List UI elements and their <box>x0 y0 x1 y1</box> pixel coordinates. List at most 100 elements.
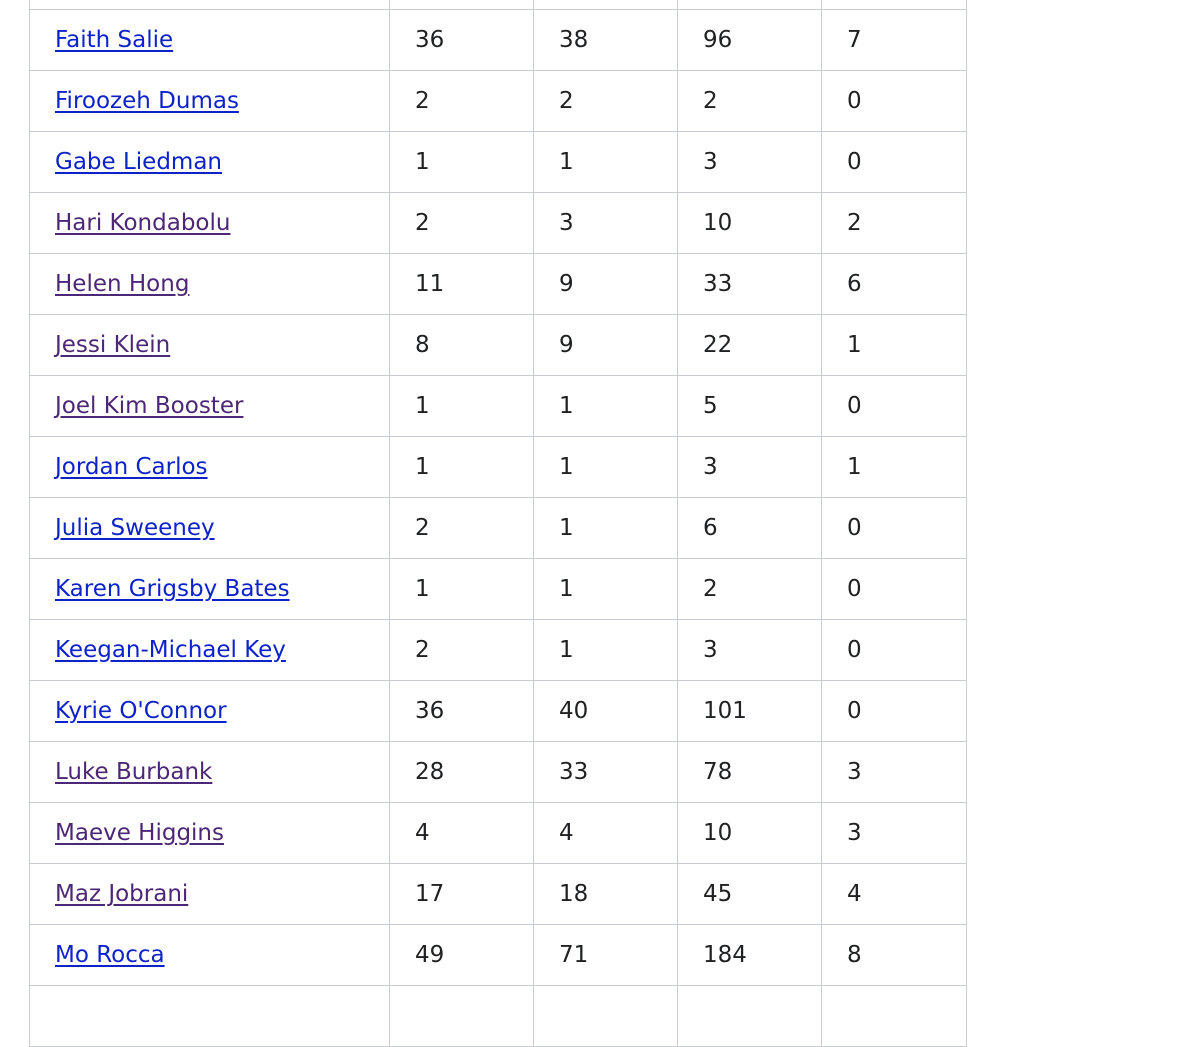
table-row: Keegan-Michael Key 2 1 3 0 <box>29 619 967 681</box>
stat-cell: 3 <box>821 802 967 864</box>
stat-cell: 2 <box>677 558 822 620</box>
panelist-name-link[interactable]: Maeve Higgins <box>55 820 224 846</box>
table-body: Faith Salie 36 38 96 7 Firoozeh Dumas 2 2 2 0 Gabe… <box>29 0 967 1047</box>
table-row: Firoozeh Dumas 2 2 2 0 <box>29 70 967 132</box>
panelist-stats-table: Faith Salie 36 38 96 7 Firoozeh Dumas 2 2 2 0 Gabe… <box>29 0 967 1047</box>
table-row: Luke Burbank 28 33 78 3 <box>29 741 967 803</box>
panelist-name-link[interactable]: Faith Salie <box>55 27 173 53</box>
table-row: Joel Kim Booster 1 1 5 0 <box>29 375 967 437</box>
stat-cell: 1 <box>389 436 534 498</box>
stat-cell: 40 <box>533 680 678 742</box>
panelist-name-link[interactable]: Julia Sweeney <box>55 515 215 541</box>
stat-cell: 2 <box>389 70 534 132</box>
stat-cell: 6 <box>677 497 822 559</box>
stat-cell: 1 <box>389 375 534 437</box>
panelist-name-link[interactable]: Jessi Klein <box>55 332 170 358</box>
stat-cell: 33 <box>677 253 822 315</box>
stat-cell: 11 <box>389 253 534 315</box>
stat-cell: 1 <box>533 497 678 559</box>
stat-cell: 101 <box>677 680 822 742</box>
stat-cell <box>677 0 822 10</box>
panelist-name-cell: Julia Sweeney <box>29 497 390 559</box>
table-row: Karen Grigsby Bates 1 1 2 0 <box>29 558 967 620</box>
stat-cell: 0 <box>821 680 967 742</box>
panelist-name-cell: Luke Burbank <box>29 741 390 803</box>
table-row: Hari Kondabolu 2 3 10 2 <box>29 192 967 254</box>
stat-cell <box>389 0 534 10</box>
stat-cell: 22 <box>677 314 822 376</box>
stat-cell: 2 <box>389 497 534 559</box>
table-row: Mo Rocca 49 71 184 8 <box>29 924 967 986</box>
panelist-name-cell: Joel Kim Booster <box>29 375 390 437</box>
stat-cell: 1 <box>533 436 678 498</box>
stat-cell: 3 <box>533 192 678 254</box>
table-row <box>29 0 967 10</box>
panelist-name-link[interactable]: Jordan Carlos <box>55 454 208 480</box>
stat-cell: 8 <box>821 924 967 986</box>
stat-cell: 0 <box>821 558 967 620</box>
stat-cell: 1 <box>533 131 678 193</box>
panelist-name-link[interactable]: Kyrie O'Connor <box>55 698 227 724</box>
panelist-name-link[interactable]: Firoozeh Dumas <box>55 88 239 114</box>
panelist-name-cell: Jessi Klein <box>29 314 390 376</box>
stat-cell: 5 <box>677 375 822 437</box>
panelist-name-link[interactable]: Keegan-Michael Key <box>55 637 286 663</box>
panelist-name-cell: Keegan-Michael Key <box>29 619 390 681</box>
panelist-name-cell: Gabe Liedman <box>29 131 390 193</box>
panelist-name-link[interactable]: Gabe Liedman <box>55 149 222 175</box>
panelist-name-cell: Firoozeh Dumas <box>29 70 390 132</box>
table-row: Helen Hong 11 9 33 6 <box>29 253 967 315</box>
panelist-name-link[interactable]: Mo Rocca <box>55 942 165 968</box>
stat-cell: 10 <box>677 802 822 864</box>
stat-cell: 2 <box>533 70 678 132</box>
panelist-name-cell: Faith Salie <box>29 9 390 71</box>
panelist-name-cell: Maeve Higgins <box>29 802 390 864</box>
stat-cell: 1 <box>533 558 678 620</box>
panelist-name-link[interactable]: Helen Hong <box>55 271 189 297</box>
stat-cell: 1 <box>533 619 678 681</box>
table-row: Maeve Higgins 4 4 10 3 <box>29 802 967 864</box>
stat-cell: 17 <box>389 863 534 925</box>
stat-cell: 4 <box>389 802 534 864</box>
panelist-name-link[interactable]: Luke Burbank <box>55 759 212 785</box>
stat-cell: 28 <box>389 741 534 803</box>
stat-cell: 4 <box>821 863 967 925</box>
stat-cell: 2 <box>389 619 534 681</box>
stat-cell: 3 <box>677 131 822 193</box>
table-row: Maz Jobrani 17 18 45 4 <box>29 863 967 925</box>
stat-cell: 184 <box>677 924 822 986</box>
stat-cell: 4 <box>533 802 678 864</box>
table-row: Gabe Liedman 1 1 3 0 <box>29 131 967 193</box>
stat-cell: 78 <box>677 741 822 803</box>
panelist-name-cell: Kyrie O'Connor <box>29 680 390 742</box>
table-row: Faith Salie 36 38 96 7 <box>29 9 967 71</box>
panelist-name-link[interactable]: Karen Grigsby Bates <box>55 576 290 602</box>
panelist-name-link[interactable]: Joel Kim Booster <box>55 393 243 419</box>
stat-cell: 1 <box>533 375 678 437</box>
stat-cell: 2 <box>821 192 967 254</box>
stat-cell: 45 <box>677 863 822 925</box>
stat-cell: 2 <box>677 70 822 132</box>
stat-cell: 1 <box>821 314 967 376</box>
panelist-name-cell <box>29 0 390 10</box>
stat-cell: 36 <box>389 680 534 742</box>
stat-cell: 38 <box>533 9 678 71</box>
stat-cell: 49 <box>389 924 534 986</box>
stat-cell: 3 <box>677 436 822 498</box>
stat-cell: 0 <box>821 70 967 132</box>
stat-cell: 0 <box>821 131 967 193</box>
table-row: Julia Sweeney 2 1 6 0 <box>29 497 967 559</box>
panelist-name-link[interactable]: Hari Kondabolu <box>55 210 230 236</box>
panelist-name-link[interactable]: Maz Jobrani <box>55 881 188 907</box>
panelist-stats-table-container: Faith Salie 36 38 96 7 Firoozeh Dumas 2 2 2 0 Gabe… <box>29 0 967 1047</box>
stat-cell: 96 <box>677 9 822 71</box>
stat-cell: 0 <box>821 497 967 559</box>
stat-cell: 8 <box>389 314 534 376</box>
table-row: Jordan Carlos 1 1 3 1 <box>29 436 967 498</box>
stat-cell: 7 <box>821 9 967 71</box>
stat-cell: 1 <box>821 436 967 498</box>
stat-cell: 33 <box>533 741 678 803</box>
panelist-name-cell: Karen Grigsby Bates <box>29 558 390 620</box>
stat-cell: 1 <box>389 131 534 193</box>
table-row: Kyrie O'Connor 36 40 101 0 <box>29 680 967 742</box>
